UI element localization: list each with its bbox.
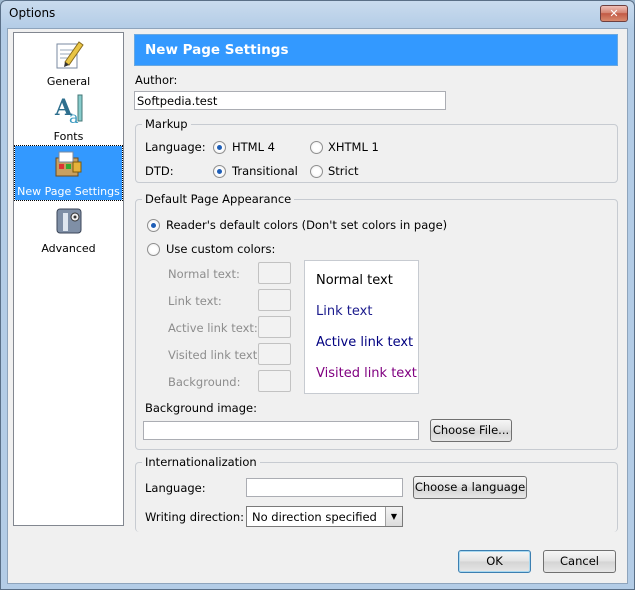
sidebar-item-label: Fonts bbox=[53, 130, 84, 143]
i18n-language-label: Language: bbox=[145, 481, 206, 495]
title-bar[interactable]: Options ✕ bbox=[1, 1, 634, 27]
visited-link-color-button[interactable] bbox=[258, 343, 291, 365]
preview-link-text: Link text bbox=[316, 304, 373, 319]
background-image-input[interactable] bbox=[143, 421, 419, 440]
transitional-label: Transitional bbox=[232, 164, 298, 178]
visited-link-text-label: Visited link text: bbox=[168, 348, 262, 362]
i18n-language-input[interactable] bbox=[246, 478, 403, 497]
options-window: Options ✕ General A a Fonts New Page Set… bbox=[0, 0, 635, 590]
advanced-icon bbox=[56, 208, 82, 234]
markup-language-label: Language: bbox=[145, 140, 206, 154]
xhtml1-label: XHTML 1 bbox=[328, 140, 379, 154]
radio-default-colors[interactable] bbox=[147, 219, 160, 232]
author-input[interactable] bbox=[134, 91, 446, 110]
writing-direction-value: No direction specified bbox=[252, 510, 377, 524]
page-title: New Page Settings bbox=[145, 42, 289, 58]
appearance-group-title: Default Page Appearance bbox=[142, 192, 295, 206]
dialog-client: General A a Fonts New Page Settings Adva… bbox=[7, 28, 628, 584]
markup-group: Markup Language: HTML 4 XHTML 1 DTD: Tra… bbox=[135, 117, 618, 183]
new-page-icon bbox=[55, 151, 82, 177]
background-label: Background: bbox=[168, 375, 241, 389]
link-text-color-button[interactable] bbox=[258, 289, 291, 311]
internationalization-group-title: Internationalization bbox=[142, 455, 260, 469]
radio-custom-colors[interactable] bbox=[147, 243, 160, 256]
window-title: Options bbox=[9, 6, 56, 20]
dtd-label: DTD: bbox=[145, 164, 174, 178]
writing-direction-select[interactable]: No direction specified ▼ bbox=[246, 506, 403, 527]
background-image-label: Background image: bbox=[145, 401, 257, 415]
choose-language-button[interactable]: Choose a language bbox=[413, 476, 527, 499]
choose-file-button[interactable]: Choose File... bbox=[430, 419, 512, 442]
normal-text-color-button[interactable] bbox=[258, 262, 291, 284]
cancel-button[interactable]: Cancel bbox=[543, 550, 616, 573]
radio-strict[interactable] bbox=[310, 165, 323, 178]
fonts-icon: A a bbox=[54, 94, 83, 125]
active-link-color-button[interactable] bbox=[258, 316, 291, 338]
ok-button[interactable]: OK bbox=[458, 550, 531, 573]
sidebar-item-new-page-settings[interactable]: New Page Settings bbox=[14, 145, 123, 201]
pencil-paper-icon bbox=[56, 41, 84, 69]
default-colors-label: Reader's default colors (Don't set color… bbox=[166, 218, 448, 232]
html4-label: HTML 4 bbox=[232, 140, 275, 154]
radio-xhtml1[interactable] bbox=[310, 141, 323, 154]
preview-active-link-text: Active link text bbox=[316, 335, 414, 350]
sidebar-item-label: General bbox=[46, 75, 91, 88]
sidebar-item-label: Advanced bbox=[41, 242, 96, 255]
link-text-label: Link text: bbox=[168, 294, 222, 308]
markup-group-title: Markup bbox=[142, 117, 191, 131]
writing-direction-label: Writing direction: bbox=[145, 510, 244, 524]
author-label: Author: bbox=[135, 73, 178, 87]
preview-visited-link-text: Visited link text bbox=[316, 366, 417, 381]
internationalization-group: Internationalization Language: Choose a … bbox=[135, 455, 618, 532]
preview-normal-text: Normal text bbox=[316, 273, 393, 288]
strict-label: Strict bbox=[328, 164, 359, 178]
page-header: New Page Settings bbox=[134, 34, 618, 66]
appearance-group: Default Page Appearance Reader's default… bbox=[135, 192, 618, 450]
chevron-down-icon[interactable]: ▼ bbox=[385, 507, 402, 526]
color-preview: Normal text Link text Active link text V… bbox=[304, 260, 419, 394]
close-button[interactable]: ✕ bbox=[600, 5, 628, 22]
radio-transitional[interactable] bbox=[213, 165, 226, 178]
normal-text-label: Normal text: bbox=[168, 267, 240, 281]
background-color-button[interactable] bbox=[258, 370, 291, 392]
sidebar-item-general[interactable]: General bbox=[15, 36, 122, 90]
custom-colors-label: Use custom colors: bbox=[166, 242, 276, 256]
sidebar-item-advanced[interactable]: Advanced bbox=[15, 203, 122, 257]
radio-html4[interactable] bbox=[213, 141, 226, 154]
sidebar-item-label: New Page Settings bbox=[17, 185, 120, 198]
active-link-text-label: Active link text: bbox=[168, 321, 258, 335]
category-list: General A a Fonts New Page Settings Adva… bbox=[13, 32, 124, 526]
sidebar-item-fonts[interactable]: A a Fonts bbox=[15, 91, 122, 145]
